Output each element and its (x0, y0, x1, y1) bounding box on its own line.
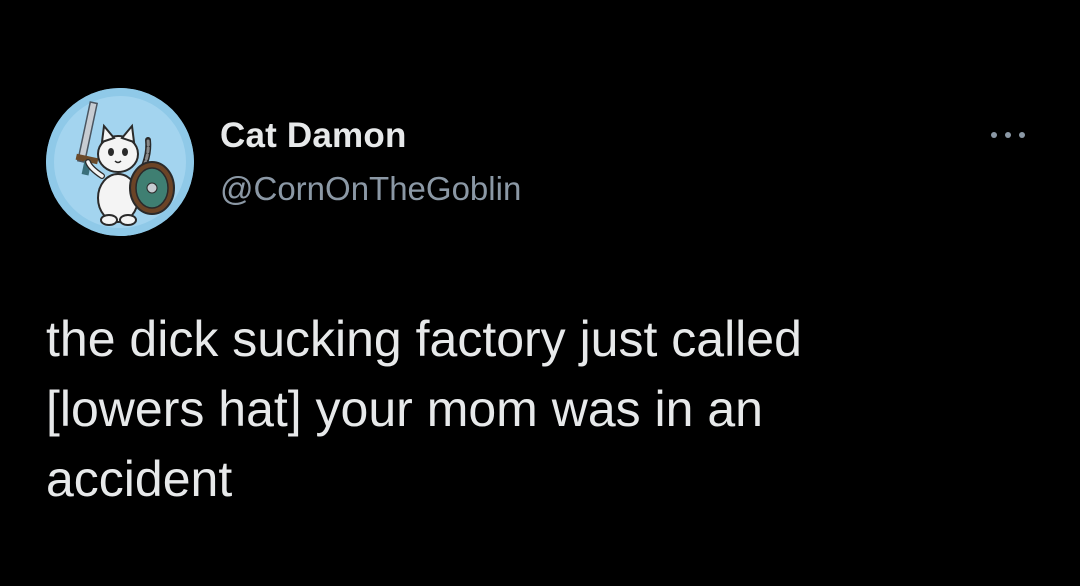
tweet-text: the dick sucking factory just called [lo… (46, 304, 1046, 514)
more-options-icon[interactable] (986, 120, 1030, 150)
display-name[interactable]: Cat Damon (220, 116, 407, 156)
cat-warrior-avatar-icon (46, 88, 194, 236)
avatar[interactable] (46, 88, 194, 236)
tweet-text-line: the dick sucking factory just called (46, 311, 802, 367)
tweet-text-line: [lowers hat] your mom was in an (46, 381, 763, 437)
tweet-card: Cat Damon @CornOnTheGoblin the dick suck… (0, 0, 1080, 586)
tweet-text-line: accident (46, 451, 233, 507)
user-handle[interactable]: @CornOnTheGoblin (220, 170, 521, 208)
